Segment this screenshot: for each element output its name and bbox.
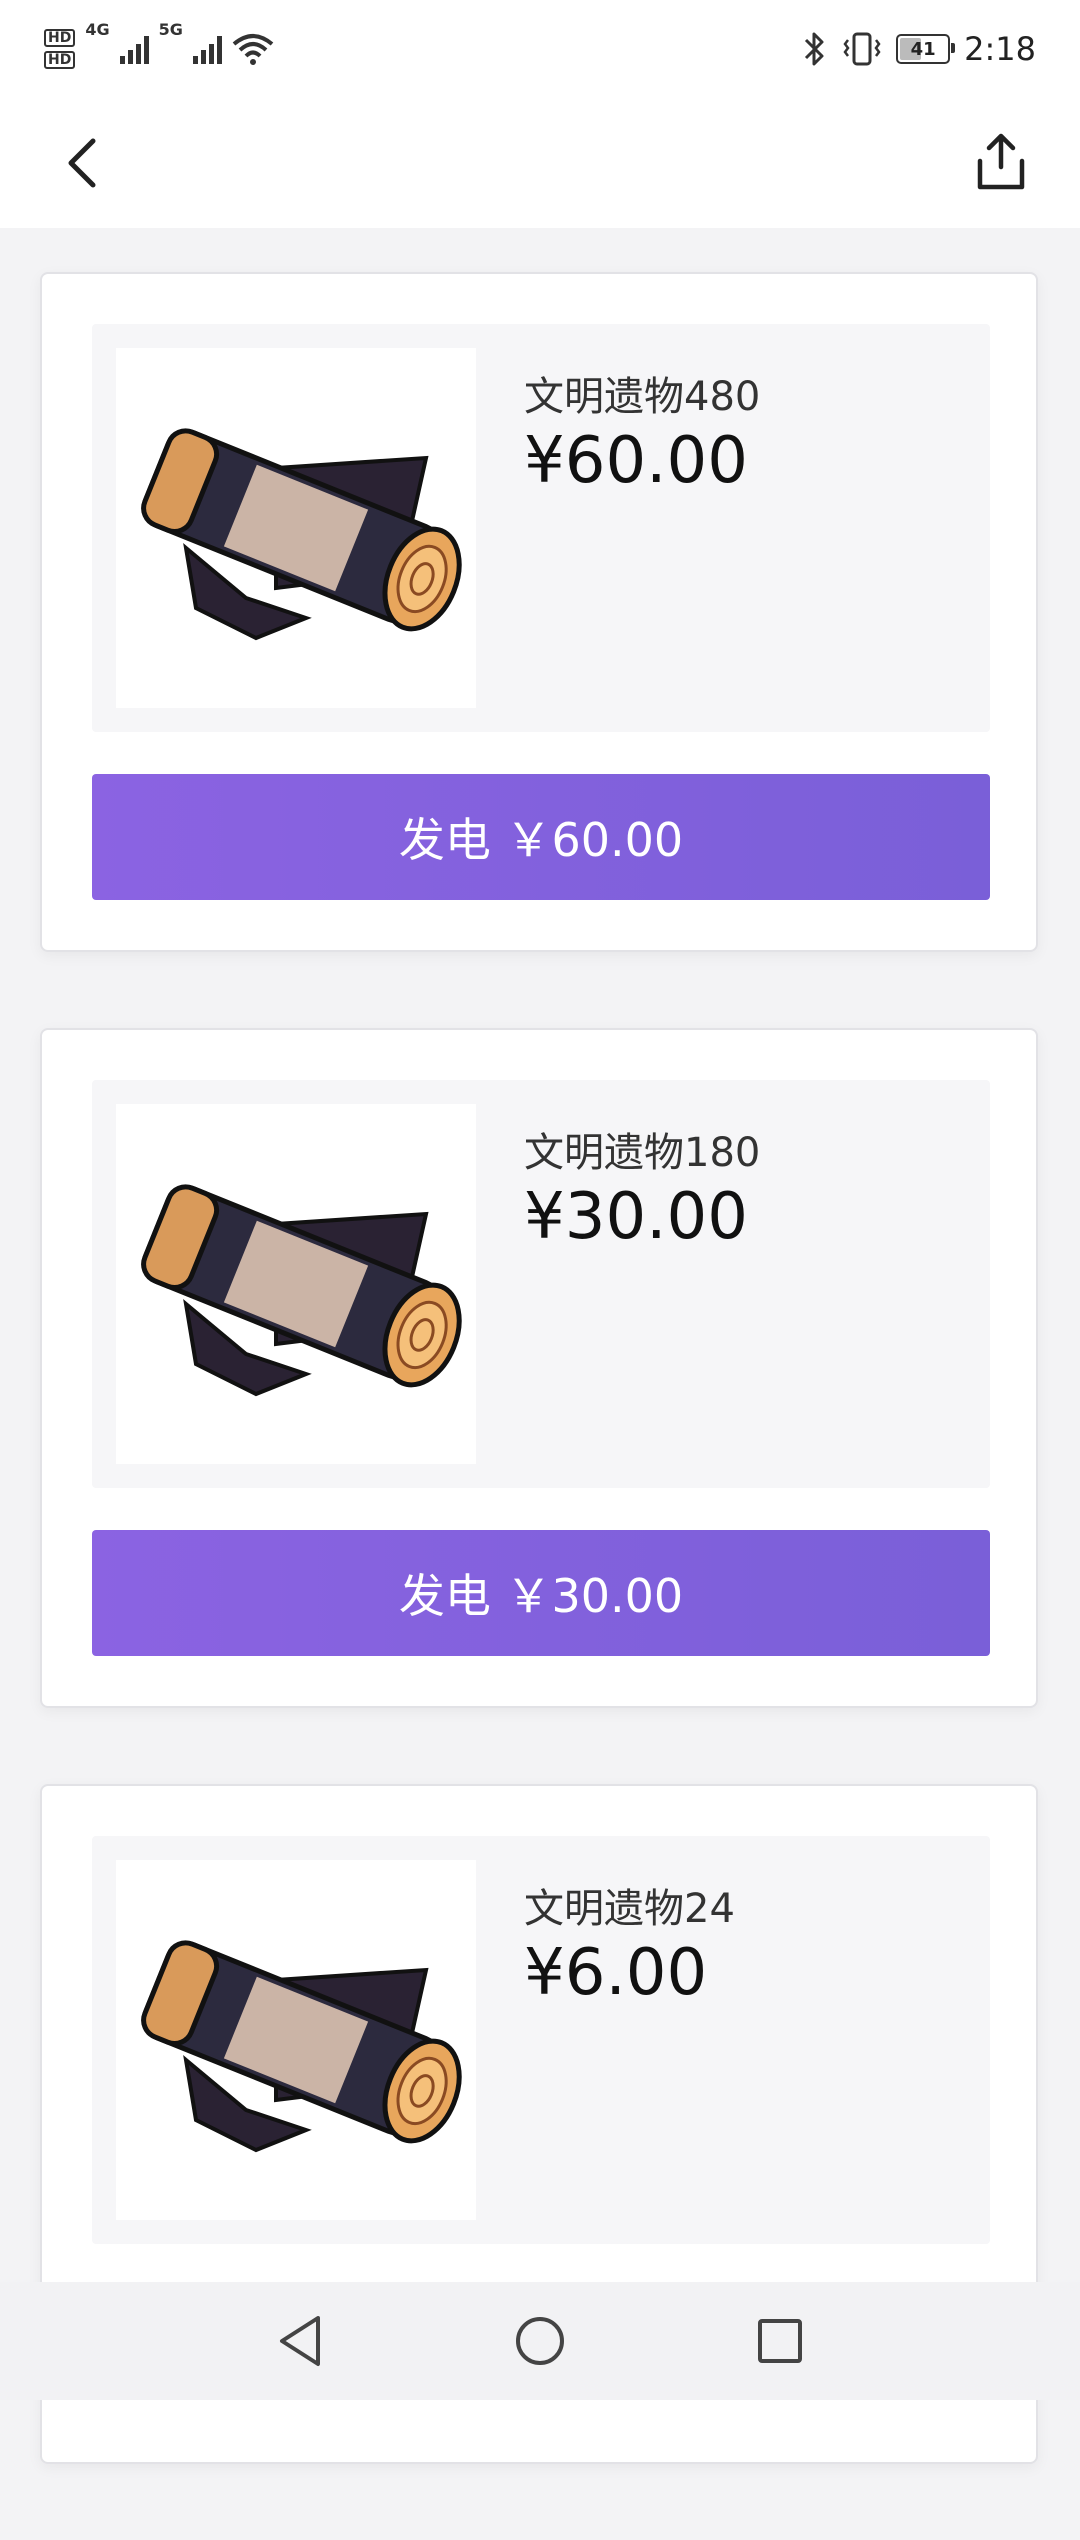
charge-button[interactable]: 发电 ￥30.00 bbox=[92, 1530, 990, 1656]
clock: 2:18 bbox=[964, 30, 1036, 68]
product-card: 文明遗物180 ¥30.00 发电 ￥30.00 bbox=[40, 1028, 1038, 1708]
product-price: ¥30.00 bbox=[524, 1180, 748, 1254]
product-image bbox=[116, 1104, 476, 1464]
product-name: 文明遗物480 bbox=[524, 374, 761, 420]
hd-badge-2: HD bbox=[44, 51, 76, 69]
bluetooth-icon bbox=[805, 32, 824, 66]
network-type-1: 4G bbox=[85, 20, 110, 39]
product-info[interactable]: 文明遗物180 ¥30.00 bbox=[92, 1080, 990, 1488]
back-triangle-icon bbox=[280, 2316, 320, 2366]
network-type-2: 5G bbox=[158, 20, 183, 39]
product-list: 文明遗物480 ¥60.00 发电 ￥60.00 文明遗物180 ¥30.00 … bbox=[40, 272, 1040, 2540]
share-button[interactable] bbox=[966, 126, 1036, 198]
scroll-artifact-icon bbox=[141, 1940, 462, 2153]
share-icon bbox=[977, 133, 1025, 190]
status-right: 41 2:18 bbox=[802, 22, 1036, 76]
top-navigation-bar bbox=[0, 98, 1080, 228]
status-left: HD HD 4G 5G bbox=[44, 22, 274, 76]
charge-button[interactable]: 发电 ￥60.00 bbox=[92, 774, 990, 900]
hd-indicators: HD HD bbox=[44, 29, 76, 69]
system-navigation-bar bbox=[0, 2282, 1080, 2400]
product-price: ¥60.00 bbox=[524, 424, 748, 498]
signal-icon-2 bbox=[192, 34, 222, 64]
battery-level: 41 bbox=[910, 38, 936, 60]
product-name: 文明遗物24 bbox=[524, 1886, 735, 1932]
system-back-button[interactable] bbox=[265, 2306, 335, 2376]
scroll-artifact-icon bbox=[141, 428, 462, 641]
hd-badge-1: HD bbox=[44, 29, 76, 47]
product-price: ¥6.00 bbox=[524, 1936, 708, 2010]
product-image bbox=[116, 348, 476, 708]
chevron-left-icon bbox=[68, 138, 96, 188]
system-recents-button[interactable] bbox=[745, 2306, 815, 2376]
signal-icon bbox=[119, 34, 149, 64]
status-bar: HD HD 4G 5G 41 2:18 bbox=[0, 0, 1080, 98]
product-card: 文明遗物480 ¥60.00 发电 ￥60.00 bbox=[40, 272, 1038, 952]
product-info[interactable]: 文明遗物480 ¥60.00 bbox=[92, 324, 990, 732]
system-home-button[interactable] bbox=[505, 2306, 575, 2376]
product-image bbox=[116, 1860, 476, 2220]
battery-icon: 41 bbox=[896, 34, 956, 64]
back-button[interactable] bbox=[52, 128, 112, 198]
wifi-icon bbox=[232, 34, 274, 65]
scroll-artifact-icon bbox=[141, 1184, 462, 1397]
vibrate-icon bbox=[843, 32, 881, 66]
product-info[interactable]: 文明遗物24 ¥6.00 bbox=[92, 1836, 990, 2244]
recents-square-icon bbox=[758, 2319, 802, 2363]
home-circle-icon bbox=[516, 2317, 564, 2365]
product-name: 文明遗物180 bbox=[524, 1130, 761, 1176]
